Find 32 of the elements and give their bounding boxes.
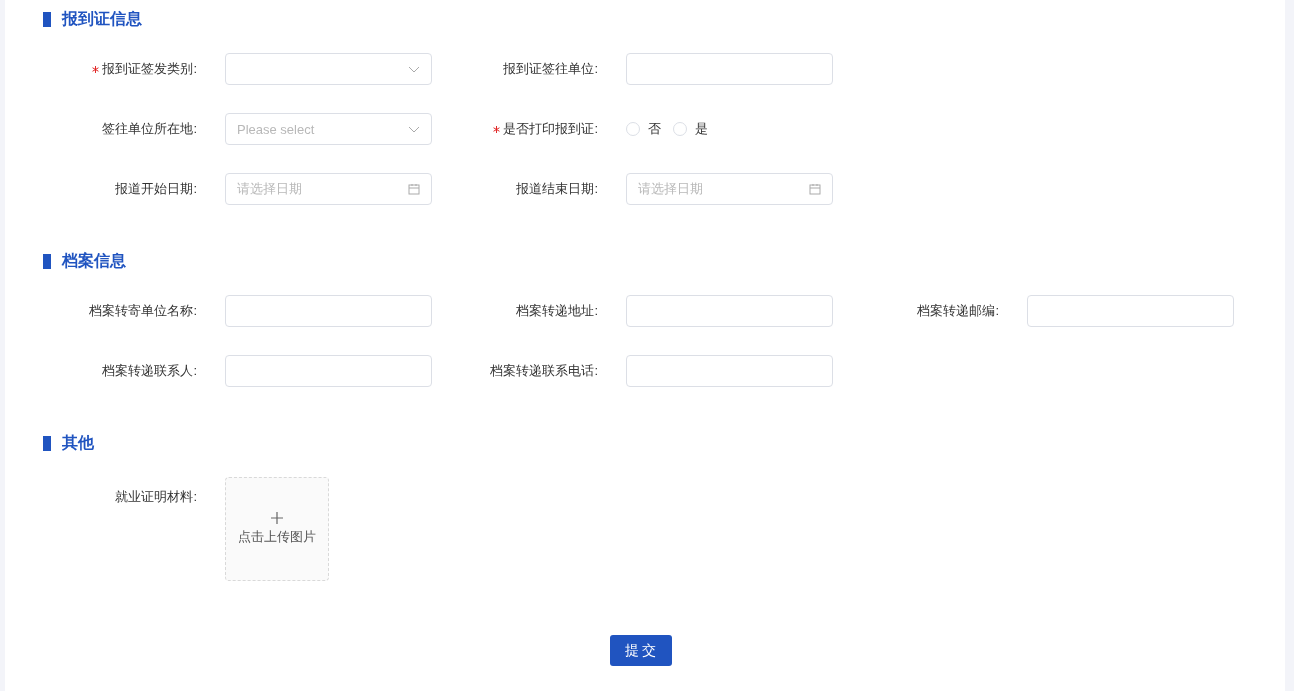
section-title: 报到证信息 [62, 8, 142, 29]
radio-option[interactable]: 否 [626, 120, 661, 138]
input-field[interactable] [225, 355, 432, 387]
upload-area[interactable]: 点击上传图片 [225, 477, 329, 581]
plus-icon [271, 512, 283, 524]
input-field[interactable] [1027, 295, 1234, 327]
field-label: 档案转递联系电话: [490, 362, 598, 380]
field-label: 报道结束日期: [516, 180, 598, 198]
field-label: 是否打印报到证: [503, 120, 598, 138]
section-title: 其他 [62, 432, 94, 453]
field-label: 报道开始日期: [115, 180, 197, 198]
field-label: 报到证签往单位: [503, 60, 598, 78]
heading-marker [43, 253, 51, 269]
select-field[interactable] [225, 53, 432, 85]
input-field[interactable] [626, 295, 833, 327]
input-field[interactable] [626, 53, 833, 85]
field-label: 档案转递地址: [516, 302, 598, 320]
radio-option[interactable]: 是 [673, 120, 708, 138]
calendar-icon [809, 183, 821, 195]
heading-marker [43, 11, 51, 27]
submit-button[interactable]: 提 交 [609, 635, 672, 666]
field-label: 档案转递联系人: [102, 362, 197, 380]
calendar-icon [408, 183, 420, 195]
field-label: 报到证签发类别: [102, 60, 197, 78]
input-field[interactable] [225, 295, 432, 327]
field-label: 签往单位所在地: [102, 120, 197, 138]
field-label: 就业证明材料: [115, 488, 197, 506]
field-label: 档案转递邮编: [917, 302, 999, 320]
heading-marker [43, 435, 51, 451]
section-title: 档案信息 [62, 250, 126, 271]
input-field[interactable] [626, 355, 833, 387]
field-label: 档案转寄单位名称: [89, 302, 197, 320]
